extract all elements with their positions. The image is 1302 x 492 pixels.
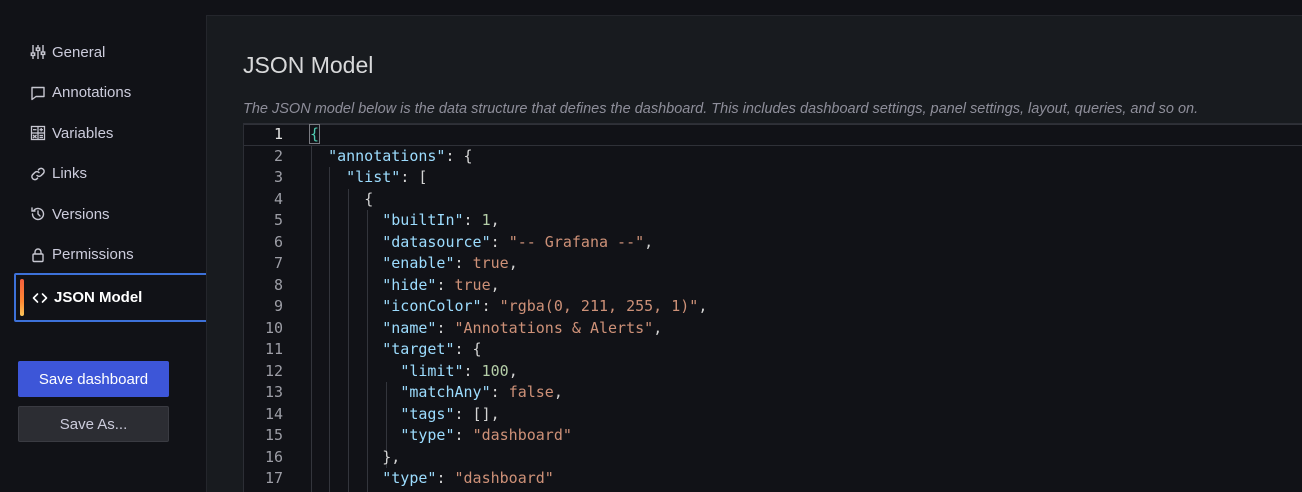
sidebar-item-variables[interactable]: Variables <box>14 113 210 154</box>
page-description: The JSON model below is the data structu… <box>243 101 1199 117</box>
json-key: "list" <box>346 168 401 186</box>
line-number: 14 <box>264 404 283 423</box>
json-key: "name" <box>382 318 437 337</box>
code-line: "iconColor": "rgba(0, 211, 255, 1)", <box>382 297 708 315</box>
line-number: 3 <box>273 168 283 186</box>
json-key: "iconColor" <box>382 297 482 315</box>
code-line: "type": "dashboard" <box>382 469 554 487</box>
json-brace: { <box>364 189 374 208</box>
json-punct: : [ <box>400 168 428 186</box>
line-number: 7 <box>273 254 283 272</box>
save-dashboard-button[interactable]: Save dashboard <box>18 361 169 397</box>
save-as-button[interactable]: Save As... <box>18 406 169 442</box>
sidebar-item-label: Annotations <box>52 84 132 102</box>
code-line: "name": "Annotations & Alerts", <box>382 318 663 337</box>
json-key: "target" <box>382 340 455 358</box>
code-line: { <box>310 189 1302 211</box>
json-number: 100 <box>481 361 509 380</box>
json-key: "matchAny" <box>400 383 491 401</box>
json-number: 1 <box>481 211 491 229</box>
line-number: 8 <box>273 275 283 294</box>
sidebar-item-label: Permissions <box>52 246 134 264</box>
code-line: "list": [ <box>310 167 1302 189</box>
code-area[interactable]: { "annotations": { "list": [ { "builtIn"… <box>308 124 1302 492</box>
sidebar-item-general[interactable]: General <box>14 32 210 73</box>
line-number: 15 <box>264 426 283 444</box>
sidebar-item-versions[interactable]: Versions <box>14 194 210 235</box>
code-line: "limit": 100, <box>400 361 518 380</box>
json-key: "datasource" <box>382 232 491 251</box>
line-number: 11 <box>264 340 283 358</box>
json-boolean: true <box>454 275 491 294</box>
sidebar-item-label: Links <box>52 165 88 183</box>
line-number: 13 <box>264 383 283 401</box>
sidebar-item-links[interactable]: Links <box>14 154 210 195</box>
line-number: 2 <box>273 146 283 165</box>
json-punct: : [], <box>454 404 500 423</box>
comment-icon <box>29 84 47 102</box>
sidebar-item-permissions[interactable]: Permissions <box>14 235 210 276</box>
json-brace: }, <box>382 447 401 466</box>
code-line: "target": { <box>310 339 1302 361</box>
settings-sidebar: General Annotations Variables Links Vers… <box>0 0 210 492</box>
calculator-icon <box>29 124 47 142</box>
sidebar-item-label: JSON Model <box>54 289 143 306</box>
line-number: 6 <box>273 232 283 251</box>
json-key: "builtIn" <box>382 211 464 229</box>
json-brace: { <box>308 124 321 144</box>
code-line: "tags": [], <box>310 404 1302 426</box>
line-number: 1 <box>273 125 283 143</box>
line-number: 10 <box>264 318 283 337</box>
code-line: "annotations": { <box>310 146 1302 168</box>
json-string: "dashboard" <box>454 469 554 487</box>
json-boolean: true <box>472 254 509 272</box>
code-line: "datasource": "-- Grafana --", <box>382 232 654 251</box>
sidebar-item-label: Versions <box>52 205 110 223</box>
sidebar-item-label: General <box>52 43 106 61</box>
code-line: }, <box>310 447 1302 469</box>
json-string: "dashboard" <box>472 426 572 444</box>
history-icon <box>29 205 47 223</box>
json-code-editor[interactable]: 1 2 3 4 5 6 7 8 9 10 11 12 13 14 15 16 1… <box>243 123 1302 492</box>
code-line: "enable": true, <box>382 254 518 272</box>
code-line: "hide": true, <box>382 275 500 294</box>
sliders-icon <box>29 43 47 61</box>
json-key: "type" <box>382 469 437 487</box>
code-icon <box>31 289 49 307</box>
line-number-gutter: 1 2 3 4 5 6 7 8 9 10 11 12 13 14 15 16 1… <box>244 124 310 492</box>
json-key: "enable" <box>382 254 455 272</box>
page-title: JSON Model <box>243 52 374 78</box>
json-string: "-- Grafana --" <box>508 232 645 251</box>
json-key: "type" <box>400 426 455 444</box>
lock-icon <box>29 246 47 264</box>
link-icon <box>29 165 47 183</box>
line-number: 5 <box>273 211 283 229</box>
line-number: 4 <box>273 189 283 208</box>
json-punct: : { <box>454 340 482 358</box>
code-line: "type": "dashboard" <box>400 426 572 444</box>
sidebar-item-label: Variables <box>52 124 114 142</box>
line-number: 16 <box>264 447 283 466</box>
line-number: 9 <box>273 297 283 315</box>
line-number: 17 <box>264 469 283 487</box>
sidebar-item-json-model[interactable]: JSON Model <box>14 273 210 322</box>
json-string: "rgba(0, 211, 255, 1)" <box>499 297 699 315</box>
json-key: "hide" <box>382 275 437 294</box>
line-number: 12 <box>264 361 283 380</box>
code-line: "matchAny": false, <box>400 383 563 401</box>
json-key: "annotations" <box>328 146 446 165</box>
json-key: "limit" <box>400 361 464 380</box>
main-panel: JSON Model The JSON model below is the d… <box>206 15 1302 492</box>
code-line: "builtIn": 1, <box>382 211 500 229</box>
json-punct: : { <box>445 146 473 165</box>
sidebar-item-annotations[interactable]: Annotations <box>14 73 210 114</box>
json-string: "Annotations & Alerts" <box>454 318 654 337</box>
json-key: "tags" <box>400 404 455 423</box>
json-boolean: false <box>508 383 554 401</box>
code-line: { <box>308 124 1302 146</box>
settings-nav: General Annotations Variables Links Vers… <box>14 32 210 322</box>
